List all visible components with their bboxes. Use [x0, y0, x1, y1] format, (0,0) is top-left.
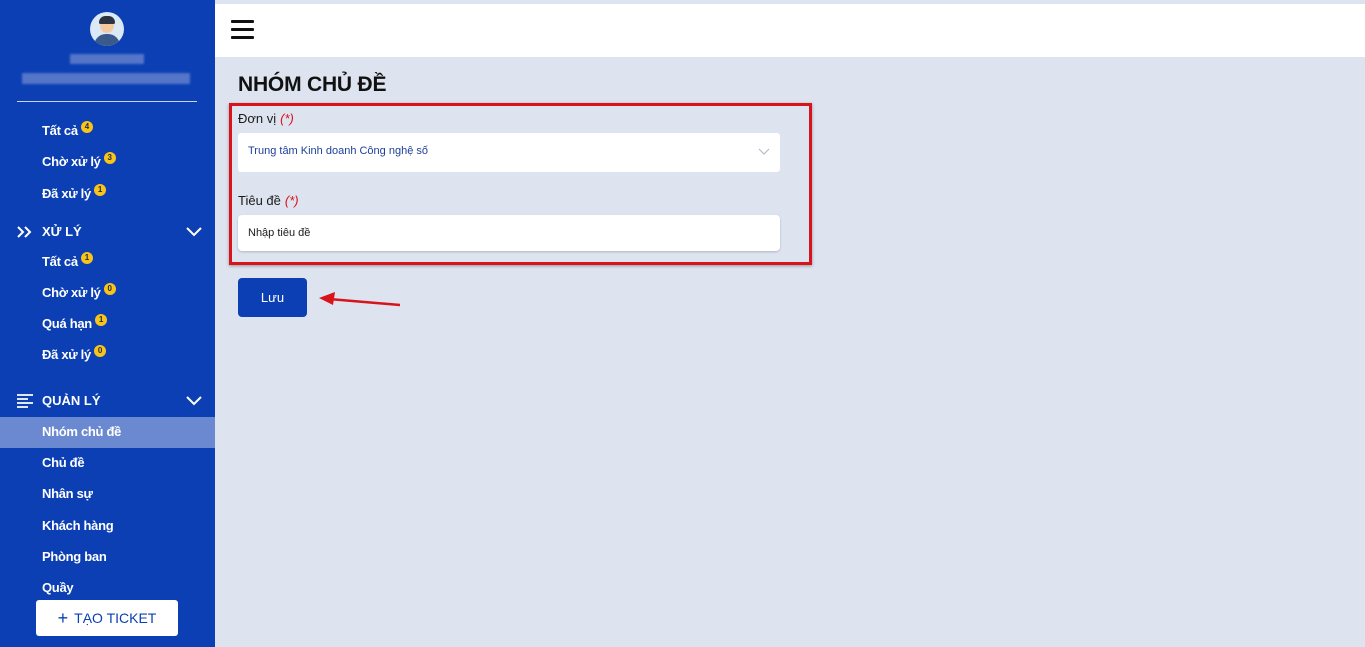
- sidebar-item-process-done[interactable]: Đã xử lý 0: [42, 345, 106, 362]
- manage-section-title: QUẢN LÝ: [42, 393, 101, 408]
- sidebar-item-topic-group[interactable]: Nhóm chủ đề: [42, 424, 121, 439]
- sidebar-item-counter[interactable]: Quầy: [42, 580, 74, 595]
- count-badge: 1: [94, 314, 107, 326]
- page-title: NHÓM CHỦ ĐỀ: [238, 73, 387, 96]
- avatar[interactable]: [90, 12, 124, 46]
- sidebar-item-pending[interactable]: Chờ xử lý 3: [42, 152, 116, 169]
- plus-icon: +: [57, 608, 69, 628]
- count-badge: 3: [103, 152, 116, 164]
- count-badge: 0: [93, 345, 106, 357]
- top-bar: [215, 4, 1365, 57]
- double-chevron-right-icon: [17, 226, 32, 238]
- sidebar-item-process-overdue[interactable]: Quá hạn 1: [42, 314, 107, 331]
- sidebar-item-all[interactable]: Tất cả 4: [42, 121, 93, 138]
- chevron-down-icon[interactable]: [186, 224, 202, 238]
- count-badge: 0: [103, 283, 116, 295]
- sidebar-item-topic[interactable]: Chủ đề: [42, 455, 85, 470]
- sidebar-item-customers[interactable]: Khách hàng: [42, 518, 114, 533]
- count-badge: 4: [80, 121, 93, 133]
- save-button[interactable]: Lưu: [238, 278, 307, 317]
- blurred-username: [70, 54, 144, 64]
- process-section-header[interactable]: XỬ LÝ: [0, 222, 215, 242]
- count-badge: 1: [80, 252, 93, 264]
- count-badge: 1: [93, 184, 106, 196]
- sidebar-item-done[interactable]: Đã xử lý 1: [42, 184, 106, 201]
- chevron-down-icon[interactable]: [186, 393, 202, 407]
- sidebar-divider: [17, 101, 197, 102]
- list-lines-icon: [17, 394, 33, 408]
- process-section-title: XỬ LÝ: [42, 224, 82, 239]
- sidebar-item-staff[interactable]: Nhân sự: [42, 486, 93, 501]
- annotation-highlight-box: [229, 103, 812, 265]
- sidebar-item-process-all[interactable]: Tất cả 1: [42, 252, 93, 269]
- manage-section-header[interactable]: QUẢN LÝ: [0, 391, 215, 411]
- blurred-email: [22, 73, 190, 84]
- sidebar-item-process-pending[interactable]: Chờ xử lý 0: [42, 283, 116, 300]
- annotation-arrow-icon: [319, 292, 401, 307]
- menu-icon[interactable]: [231, 18, 255, 40]
- create-ticket-button[interactable]: + TẠO TICKET: [36, 600, 178, 636]
- sidebar: Tất cả 4 Chờ xử lý 3 Đã xử lý 1 XỬ LÝ Tất c…: [0, 0, 215, 647]
- sidebar-item-departments[interactable]: Phòng ban: [42, 549, 107, 564]
